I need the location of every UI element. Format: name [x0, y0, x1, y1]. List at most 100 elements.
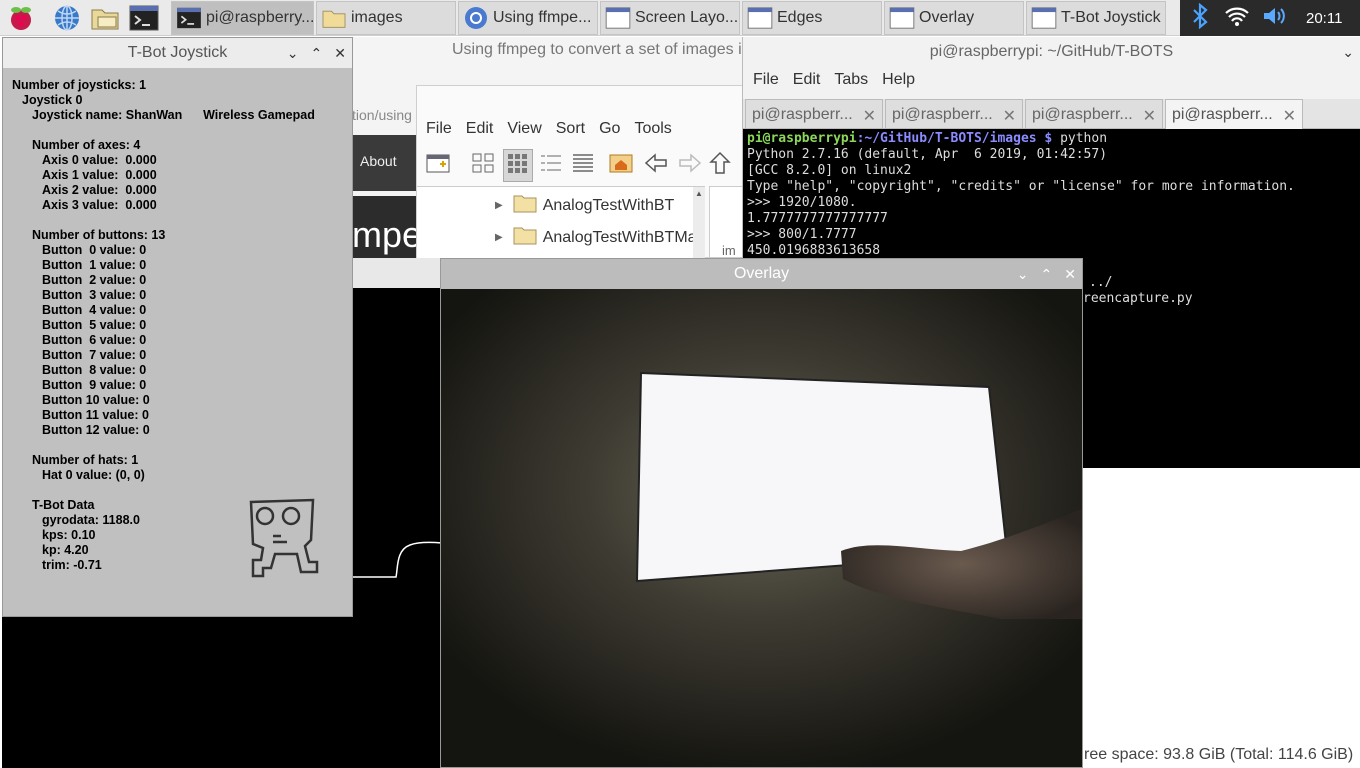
- task-images[interactable]: images: [316, 1, 456, 35]
- close-tab-icon[interactable]: ✕: [1143, 106, 1156, 126]
- tab-label: pi@raspberr...: [1032, 106, 1133, 123]
- window-title: Overlay: [733, 265, 790, 282]
- window-icon: [889, 6, 915, 30]
- camera-feed: [441, 289, 1082, 767]
- chevron-down-icon[interactable]: ⌄: [1342, 44, 1354, 61]
- chromium-icon: [463, 6, 489, 30]
- menu-view[interactable]: View: [507, 120, 541, 142]
- terminal-icon[interactable]: [129, 3, 159, 33]
- button-value: Button 12 value: 0: [42, 423, 150, 437]
- window-title: pi@raspberrypi: ~/GitHub/T-BOTS: [929, 43, 1174, 60]
- task-overlay[interactable]: Overlay: [884, 1, 1024, 35]
- raspberry-menu-icon[interactable]: [6, 3, 36, 33]
- tab-label: pi@raspberr...: [752, 106, 853, 123]
- taskbar: pi@raspberry... images Using ffmpe... Sc…: [0, 0, 1360, 36]
- minimize-icon[interactable]: ⌄: [1017, 266, 1029, 283]
- close-tab-icon[interactable]: ✕: [1003, 106, 1016, 126]
- wifi-icon[interactable]: [1224, 5, 1250, 31]
- menu-sort[interactable]: Sort: [556, 120, 585, 142]
- terminal-tab[interactable]: pi@raspberr... ✕: [1025, 99, 1163, 129]
- tree-item[interactable]: ▶ AnalogTestWithBT: [495, 193, 674, 218]
- folder-icon: [513, 193, 537, 218]
- button-value: Button 3 value: 0: [42, 288, 147, 302]
- buttons-count: Number of buttons: 13: [32, 228, 166, 242]
- task-label: pi@raspberry...: [206, 9, 313, 26]
- joystick-panel: Number of joysticks: 1 Joystick 0 Joysti…: [3, 68, 352, 616]
- bluetooth-icon[interactable]: [1190, 2, 1210, 33]
- file-manager-toolbar: [417, 148, 743, 182]
- window-title: T-Bot Joystick: [127, 44, 228, 61]
- terminal-tab[interactable]: pi@raspberr... ✕: [745, 99, 883, 129]
- terminal-tab-active[interactable]: pi@raspberr... ✕: [1165, 99, 1303, 130]
- menu-tools[interactable]: Tools: [634, 120, 671, 142]
- hats-count: Number of hats: 1: [32, 453, 139, 467]
- prompt-user: pi@raspberrypi: [747, 131, 857, 146]
- button-value: Button 8 value: 0: [42, 363, 147, 377]
- menu-go[interactable]: Go: [599, 120, 620, 142]
- maximize-icon[interactable]: ⌃: [1041, 266, 1053, 283]
- task-edges[interactable]: Edges: [742, 1, 882, 35]
- menu-file[interactable]: File: [426, 120, 452, 142]
- menu-help[interactable]: Help: [882, 71, 915, 93]
- axis-value: Axis 1 value: 0.000: [42, 168, 157, 182]
- output-line: >>> 1920/1080.: [747, 195, 857, 210]
- menu-file[interactable]: File: [753, 71, 779, 93]
- view-list-icon[interactable]: [571, 152, 595, 179]
- terminal-titlebar[interactable]: pi@raspberrypi: ~/GitHub/T-BOTS ⌄: [743, 37, 1360, 67]
- button-value: Button 4 value: 0: [42, 303, 147, 317]
- up-icon[interactable]: [709, 151, 731, 180]
- button-value: Button 10 value: 0: [42, 393, 150, 407]
- browser-title: Using ffmpeg to convert a set of images …: [452, 41, 742, 58]
- file-manager-icon[interactable]: [90, 3, 120, 33]
- button-value: Button 5 value: 0: [42, 318, 147, 332]
- maximize-icon[interactable]: ⌃: [311, 45, 323, 62]
- clock[interactable]: 20:11: [1306, 10, 1342, 27]
- close-icon[interactable]: ✕: [334, 45, 346, 62]
- tree-item[interactable]: ▶ AnalogTestWithBTMa: [495, 225, 697, 250]
- task-browser[interactable]: Using ffmpe...: [458, 1, 598, 35]
- new-window-icon[interactable]: [425, 152, 451, 179]
- minimize-icon[interactable]: ⌄: [287, 45, 299, 62]
- expand-arrow-icon[interactable]: ▶: [495, 232, 503, 243]
- button-value: Button 2 value: 0: [42, 273, 147, 287]
- expand-arrow-icon[interactable]: ▶: [495, 200, 503, 211]
- forward-icon[interactable]: [677, 152, 703, 179]
- url-bar[interactable]: tion/using: [352, 101, 422, 131]
- close-tab-icon[interactable]: ✕: [1283, 106, 1296, 126]
- back-icon[interactable]: [643, 152, 669, 179]
- window-icon: [747, 6, 773, 30]
- joystick-titlebar[interactable]: T-Bot Joystick ⌄ ⌃ ✕: [3, 38, 352, 68]
- menu-edit[interactable]: Edit: [793, 71, 821, 93]
- view-thumbnails-icon[interactable]: [503, 148, 533, 182]
- browser-nav-bar: About: [352, 135, 416, 191]
- axis-value: Axis 0 value: 0.000: [42, 153, 157, 167]
- overlay-titlebar[interactable]: Overlay ⌄ ⌃ ✕: [441, 259, 1082, 289]
- menu-edit[interactable]: Edit: [466, 120, 494, 142]
- output-line: 1.7777777777777777: [747, 211, 888, 226]
- menu-tabs[interactable]: Tabs: [834, 71, 868, 93]
- task-label: Using ffmpe...: [493, 9, 592, 26]
- volume-icon[interactable]: [1262, 5, 1290, 31]
- axis-value: Axis 3 value: 0.000: [42, 198, 157, 212]
- tree-scrollbar[interactable]: ▲: [693, 187, 705, 259]
- view-icons-icon[interactable]: [471, 152, 495, 179]
- terminal-tab[interactable]: pi@raspberr... ✕: [885, 99, 1023, 129]
- file-pane-item[interactable]: im: [722, 243, 736, 257]
- close-icon[interactable]: ✕: [1064, 266, 1076, 283]
- home-icon[interactable]: [609, 152, 633, 179]
- task-screen-layout[interactable]: Screen Layo...: [600, 1, 740, 35]
- task-tbot-joystick[interactable]: T-Bot Joystick: [1026, 1, 1166, 35]
- terminal-menubar: File Edit Tabs Help: [743, 71, 915, 93]
- task-terminal[interactable]: pi@raspberry...: [171, 1, 314, 35]
- prompt-path: :~/GitHub/T-BOTS/images $: [856, 131, 1053, 146]
- web-browser-icon[interactable]: [52, 3, 82, 33]
- terminal-icon: [176, 6, 202, 30]
- tbot-logo: [249, 498, 319, 578]
- scroll-up-icon[interactable]: ▲: [695, 189, 703, 198]
- nav-about-link[interactable]: About: [360, 153, 397, 169]
- close-tab-icon[interactable]: ✕: [863, 106, 876, 126]
- view-compact-icon[interactable]: [539, 152, 563, 179]
- file-manager-window: File Edit View Sort Go Tools ▶ AnalogTes…: [416, 85, 744, 259]
- button-value: Button 7 value: 0: [42, 348, 147, 362]
- task-label: images: [351, 9, 403, 26]
